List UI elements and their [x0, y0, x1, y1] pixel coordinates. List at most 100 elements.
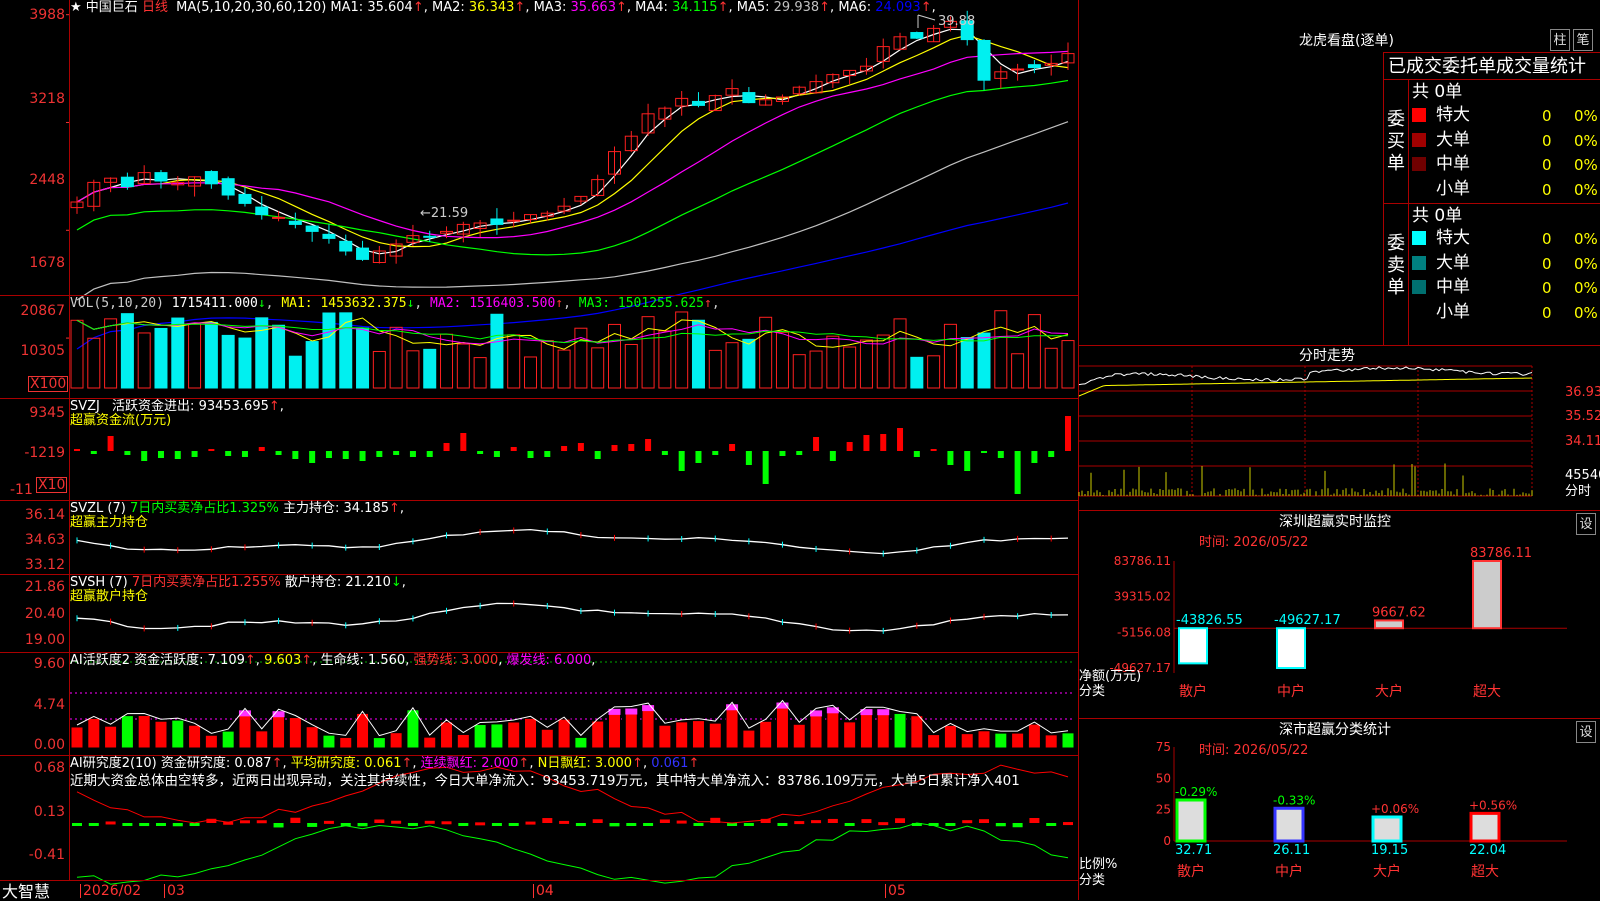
svsh-axis-1: 20.40 [24, 606, 65, 622]
candle-body [339, 240, 353, 252]
svzj-bar [309, 451, 316, 463]
ai-active-bar [372, 737, 386, 749]
fs-axis-0: 36.93 [1565, 385, 1600, 400]
buy-row-name: 大单 [1436, 129, 1470, 150]
ai-active-bar [490, 723, 504, 749]
vol-bar [691, 319, 705, 389]
date-year: 2026/02 [80, 884, 141, 898]
ai-research-bar [122, 823, 133, 826]
fl-category: 中户 [1275, 863, 1303, 880]
vol-bar [490, 313, 504, 389]
svzj-bar [376, 451, 383, 457]
pen-mode-button[interactable]: 笔 [1573, 29, 1593, 51]
candle-body [238, 193, 252, 204]
period-label[interactable]: 日线 [142, 0, 168, 15]
k-axis-1: 3218 [29, 91, 65, 107]
ai-research-bar [861, 819, 872, 823]
vol-bar [238, 337, 252, 389]
vol-bar [389, 326, 403, 389]
ai-research-bar [777, 823, 788, 826]
svzj-bar [544, 451, 551, 457]
ai-research-panel[interactable]: AI研究度2(10) 资金研究度: 0.087↑, 平均研究度: 0.061↑,… [0, 755, 1078, 885]
fl-ylabel: 比例% [1079, 857, 1118, 872]
vol-bar [994, 310, 1008, 389]
strong-value: 3.000 [461, 653, 499, 668]
vol-panel[interactable]: VOL(5,10,20) 1715411.000↓, MA1: 1453632.… [0, 295, 1078, 398]
n-label: N日飘红: [537, 756, 591, 771]
fl-pct-label: -0.29% [1175, 785, 1217, 799]
fl-value-label: 26.11 [1273, 843, 1310, 858]
vol-bar [288, 355, 302, 389]
ai-active-bar [171, 719, 185, 749]
ai-active-cap [877, 709, 890, 716]
candle-body [204, 171, 218, 185]
ai-research-bar [491, 823, 502, 826]
ai-active-bar [658, 724, 672, 749]
fs-axis-1: 35.52 [1565, 409, 1600, 424]
vol-bar [893, 318, 907, 389]
ai-research-bar [475, 822, 486, 826]
ai-research-bar [441, 821, 452, 825]
ai-research-bar [643, 823, 654, 826]
ai-research-bar [273, 823, 284, 828]
ai-research-bar [995, 823, 1006, 827]
ai-active-bar [557, 718, 571, 749]
vol-bar [406, 350, 420, 389]
ai-research-bar [1029, 817, 1040, 823]
vol-bar [826, 335, 840, 389]
ai-research-bar [391, 820, 402, 824]
vol-bar [591, 347, 605, 389]
sz-monitor-panel[interactable]: 深圳超赢实时监控 设 时间: 2026/05/22 83786.11 39315.… [1079, 510, 1600, 719]
sz-bar [1374, 619, 1404, 630]
svzj-bar [594, 451, 601, 459]
svzj-bar [325, 451, 332, 458]
ai-research-bar [424, 820, 435, 824]
sz-class-panel[interactable]: 深市超赢分类统计 设 时间: 2026/05/22 75 50 25 0 -0.29% 3… [1079, 718, 1600, 901]
ai-active-bar [742, 729, 756, 749]
k-axis-0: 3988 [29, 7, 65, 23]
ma1-value: 35.604 [367, 0, 413, 15]
ai-active-bar [137, 714, 151, 749]
brand-label: 大智慧 [2, 882, 51, 901]
vol-bar [104, 318, 118, 389]
ma-params: MA(5,10,20,30,60,120) [176, 0, 327, 15]
bar-mode-button[interactable]: 柱 [1550, 29, 1570, 51]
vol-bar [1061, 340, 1075, 389]
sz-axis-label: -5156.08 [1117, 625, 1171, 639]
svzj-bar [997, 451, 1004, 458]
sz-xlabel: 分类 [1079, 684, 1106, 699]
kline-panel[interactable]: ★ 中国巨石 日线 MA(5,10,20,30,60,120) MA1: 35.… [0, 0, 1078, 350]
vol-bar [87, 337, 101, 389]
ai-active-bar [691, 720, 705, 749]
fl-bar [1371, 815, 1403, 843]
svsh-panel[interactable]: SVSH (7) 7日内买卖净占比1.255% 散户持仓: 21.210↓, 超… [0, 574, 1078, 652]
svzj-bar [460, 433, 467, 451]
ai-active-cap [625, 708, 638, 715]
svsh-axis-0: 21.86 [24, 579, 65, 595]
buy-label: 委买单 [1387, 109, 1405, 174]
high-marker [917, 14, 936, 21]
svzj-bar [527, 451, 534, 458]
svzl-value: 34.185 [343, 501, 390, 516]
ma4-value: 34.115 [672, 0, 718, 15]
fl-axis-label: 75 [1156, 740, 1171, 754]
ai-research-label: 资金研究度: [160, 756, 231, 771]
svzj-bar [981, 451, 988, 453]
candle-body [910, 32, 924, 39]
svzj-panel[interactable]: SVZJ 活跃资金进出: 93453.695↑, 超赢资金流(万元) 9345 … [0, 398, 1078, 500]
vol-ma3-value: 1501255.625 [617, 296, 704, 311]
vol-bar [843, 346, 857, 389]
svzj-bar [930, 449, 937, 451]
intraday-panel[interactable]: 分时走势 36.93 35.52 34.11 45540 分时 [1078, 345, 1600, 511]
sell-row-name: 大单 [1436, 252, 1470, 273]
ai-research-bar [323, 820, 334, 824]
sz-bar [1178, 627, 1208, 665]
candle-body [977, 39, 991, 81]
svzl-panel[interactable]: SVZL (7) 7日内买卖净占比1.325% 主力持仓: 34.185↑, 超… [0, 500, 1078, 574]
ai-research-bar [189, 823, 200, 826]
date-month-05: 05 [885, 884, 906, 898]
candle-body [1011, 68, 1025, 71]
vol-bar [1044, 347, 1058, 389]
svzj-value: 93453.695 [198, 399, 269, 414]
ai-active-panel[interactable]: AI活跃度2 资金活跃度: 7.109↑, 9.603↑, 生命线: 1.560… [0, 652, 1078, 755]
